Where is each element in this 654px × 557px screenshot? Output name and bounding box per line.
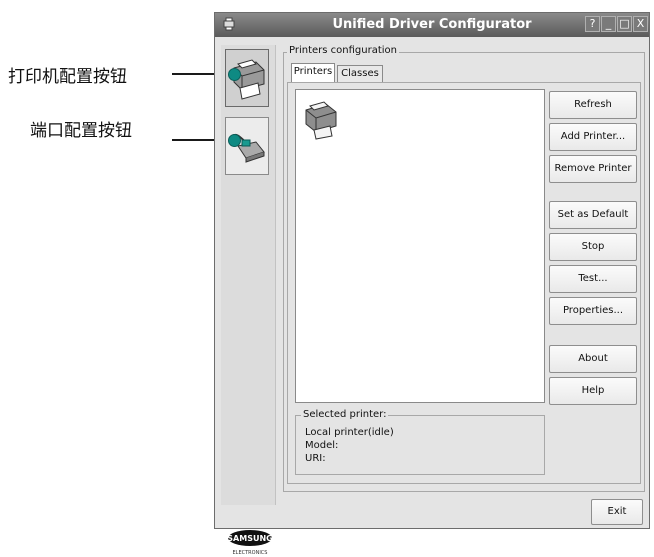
port-config-callout: 端口配置按钮	[30, 121, 132, 141]
about-button[interactable]: About	[549, 345, 637, 373]
remove-printer-button[interactable]: Remove Printer	[549, 155, 637, 183]
tab-classes[interactable]: Classes	[337, 65, 383, 83]
window-title: Unified Driver Configurator	[332, 17, 532, 32]
set-default-button[interactable]: Set as Default	[549, 201, 637, 229]
refresh-button[interactable]: Refresh	[549, 91, 637, 119]
properties-button[interactable]: Properties...	[549, 297, 637, 325]
printer-list[interactable]	[295, 89, 545, 403]
test-button[interactable]: Test...	[549, 265, 637, 293]
stop-button[interactable]: Stop	[549, 233, 637, 261]
title-bar: Unified Driver Configurator ? _ □ X	[215, 13, 649, 37]
printers-config-title: Printers configuration	[287, 45, 399, 56]
close-button[interactable]: X	[633, 16, 648, 32]
port-callout-dot	[228, 134, 241, 147]
app-window: Unified Driver Configurator ? _ □ X SAMS…	[214, 12, 650, 556]
selected-printer-model: Model:	[305, 440, 339, 451]
printer-callout-dot	[228, 68, 241, 81]
selected-printer-title: Selected printer:	[301, 409, 389, 420]
selected-printer-status: Local printer(idle)	[305, 427, 394, 438]
selected-printer-uri: URI:	[305, 453, 326, 464]
sidebar: SAMSUNG ELECTRONICS	[221, 45, 276, 556]
help-title-button[interactable]: ?	[585, 16, 600, 32]
printer-config-callout: 打印机配置按钮	[8, 67, 127, 87]
maximize-button[interactable]: □	[617, 16, 632, 32]
svg-text:SAMSUNG: SAMSUNG	[227, 534, 272, 543]
printer-item-icon[interactable]	[302, 96, 342, 140]
tab-printers[interactable]: Printers	[291, 63, 335, 83]
help-button[interactable]: Help	[549, 377, 637, 405]
samsung-logo: SAMSUNG ELECTRONICS	[227, 530, 273, 556]
exit-button[interactable]: Exit	[591, 499, 643, 525]
svg-text:ELECTRONICS: ELECTRONICS	[233, 550, 268, 556]
minimize-button[interactable]: _	[601, 16, 616, 32]
add-printer-button[interactable]: Add Printer...	[549, 123, 637, 151]
